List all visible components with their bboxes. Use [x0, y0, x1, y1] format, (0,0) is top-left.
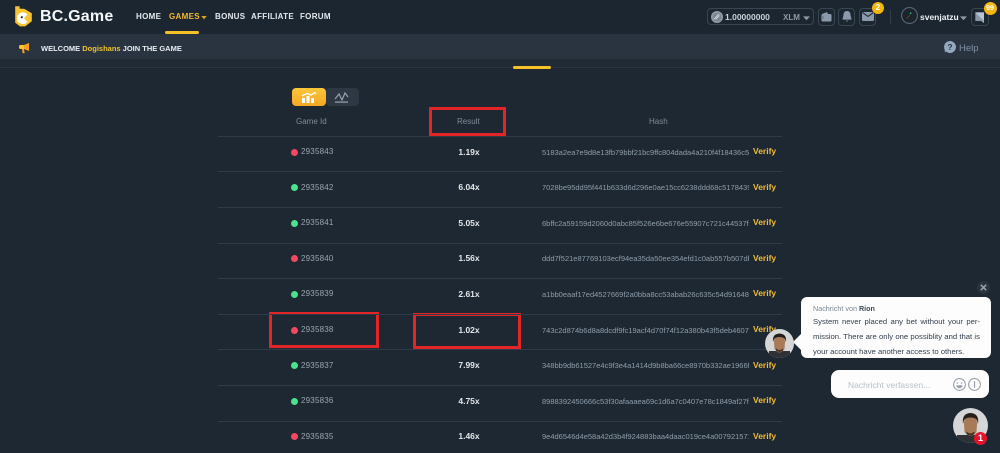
svg-text:?: ?	[947, 42, 952, 52]
